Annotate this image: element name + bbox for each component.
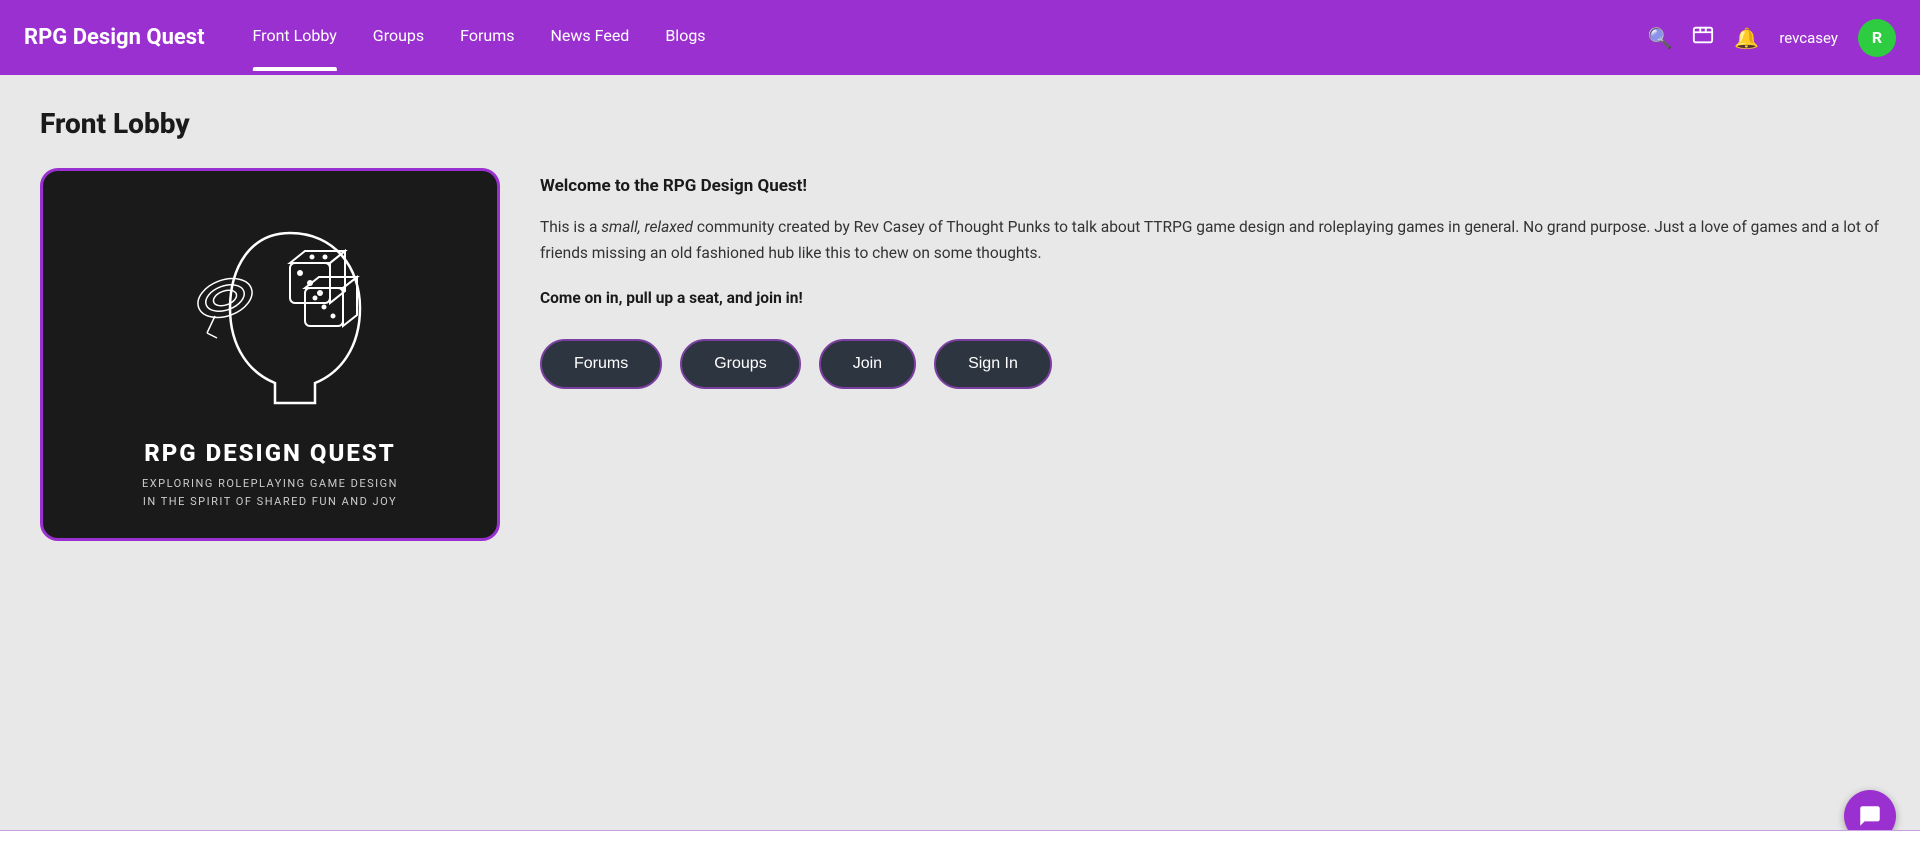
page-title: Front Lobby xyxy=(40,107,1880,140)
nav-right-section: 🔍 🔔 revcasey R xyxy=(1648,19,1897,57)
navbar: RPG Design Quest Front Lobby Groups Foru… xyxy=(0,0,1920,75)
nav-link-blogs[interactable]: Blogs xyxy=(665,26,705,49)
main-content: Front Lobby xyxy=(0,75,1920,866)
text-content: Welcome to the RPG Design Quest! This is… xyxy=(540,168,1880,389)
sign-in-button[interactable]: Sign In xyxy=(934,339,1052,389)
nav-link-groups[interactable]: Groups xyxy=(373,26,424,49)
welcome-body: This is a small, relaxed community creat… xyxy=(540,214,1880,267)
search-icon[interactable]: 🔍 xyxy=(1648,26,1673,50)
bell-icon[interactable]: 🔔 xyxy=(1734,26,1759,50)
logo-card: RPG DESIGN QUEST EXPLORING ROLEPLAYING G… xyxy=(40,168,500,541)
logo-illustration xyxy=(150,203,390,423)
welcome-heading: Welcome to the RPG Design Quest! xyxy=(540,176,1880,196)
nav-link-front-lobby[interactable]: Front Lobby xyxy=(253,26,337,49)
bottom-bar xyxy=(0,830,1920,866)
user-avatar[interactable]: R xyxy=(1858,19,1896,57)
inbox-icon[interactable] xyxy=(1692,24,1714,51)
action-buttons: Forums Groups Join Sign In xyxy=(540,339,1880,389)
nav-link-news-feed[interactable]: News Feed xyxy=(551,26,630,49)
nav-links: Front Lobby Groups Forums News Feed Blog… xyxy=(253,26,1648,49)
chat-icon xyxy=(1857,803,1883,829)
forums-button[interactable]: Forums xyxy=(540,339,662,389)
logo-card-title: RPG DESIGN QUEST xyxy=(144,439,396,467)
content-area: RPG DESIGN QUEST EXPLORING ROLEPLAYING G… xyxy=(40,168,1880,541)
groups-button[interactable]: Groups xyxy=(680,339,800,389)
join-button[interactable]: Join xyxy=(819,339,916,389)
site-logo[interactable]: RPG Design Quest xyxy=(24,25,205,50)
nav-link-forums[interactable]: Forums xyxy=(460,26,514,49)
logo-card-subtitle: EXPLORING ROLEPLAYING GAME DESIGN IN THE… xyxy=(142,475,398,510)
username-label[interactable]: revcasey xyxy=(1779,29,1838,47)
cta-text: Come on in, pull up a seat, and join in! xyxy=(540,289,1880,307)
